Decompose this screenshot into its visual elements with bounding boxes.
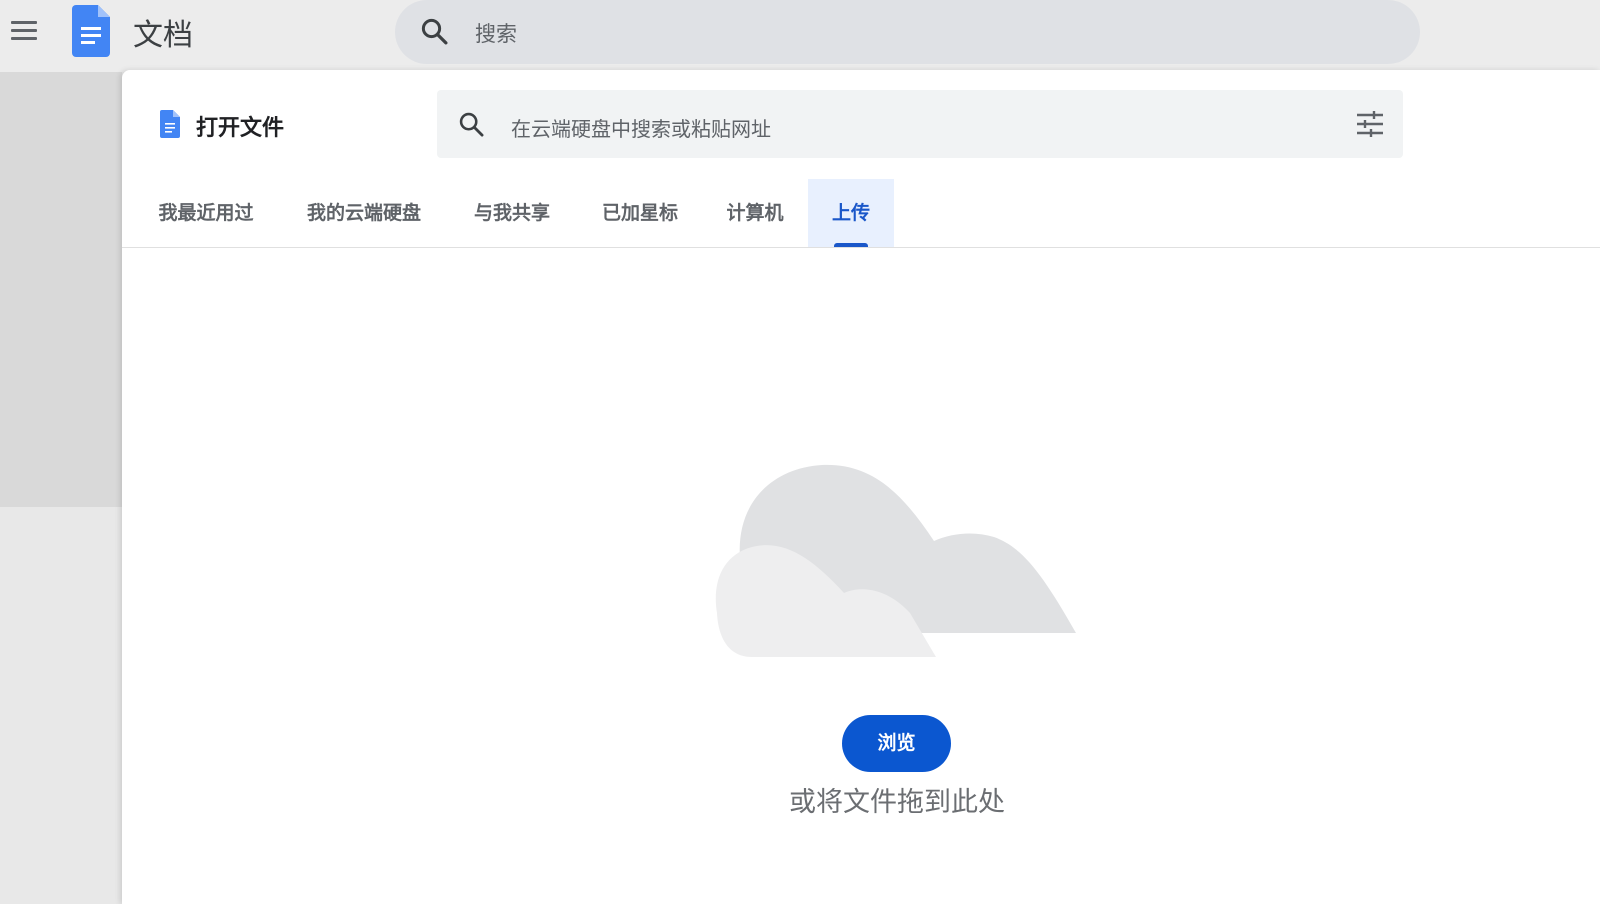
tab-shared-with-me[interactable]: 与我共享 — [458, 179, 566, 247]
doc-file-icon — [160, 110, 180, 138]
filter-icon[interactable] — [1355, 110, 1385, 138]
browse-button[interactable]: 浏览 — [842, 715, 951, 772]
sidebar-shade — [0, 72, 122, 507]
open-file-dialog: 打开文件 在云端硬盘中搜索或粘贴网址 我最近用过 我的云端硬盘 与我共享 已加星… — [122, 70, 1600, 904]
dialog-search-bar[interactable]: 在云端硬盘中搜索或粘贴网址 — [437, 90, 1403, 158]
dialog-search-placeholder[interactable]: 在云端硬盘中搜索或粘贴网址 — [511, 113, 771, 142]
dialog-header: 打开文件 在云端硬盘中搜索或粘贴网址 — [122, 70, 1600, 180]
dialog-tabs: 我最近用过 我的云端硬盘 与我共享 已加星标 计算机 上传 — [122, 179, 1600, 248]
upload-drop-zone[interactable]: 浏览 或将文件拖到此处 — [122, 248, 1600, 904]
menu-icon[interactable] — [6, 12, 42, 48]
top-search-placeholder[interactable]: 搜索 — [475, 18, 517, 48]
docs-logo-icon[interactable] — [72, 5, 110, 57]
drop-hint-text: 或将文件拖到此处 — [789, 787, 1005, 818]
search-icon[interactable] — [457, 110, 485, 138]
tab-computers[interactable]: 计算机 — [712, 179, 798, 247]
tab-starred[interactable]: 已加星标 — [586, 179, 694, 247]
tab-my-drive[interactable]: 我的云端硬盘 — [292, 179, 436, 247]
tab-recent[interactable]: 我最近用过 — [134, 179, 278, 247]
app-bar: 文档 搜索 — [0, 0, 1600, 72]
top-search-bar[interactable]: 搜索 — [395, 0, 1420, 64]
tab-upload[interactable]: 上传 — [808, 179, 894, 247]
search-icon[interactable] — [419, 16, 449, 46]
dialog-title: 打开文件 — [196, 116, 285, 141]
cloud-illustration — [715, 464, 1076, 657]
app-title: 文档 — [133, 18, 193, 53]
